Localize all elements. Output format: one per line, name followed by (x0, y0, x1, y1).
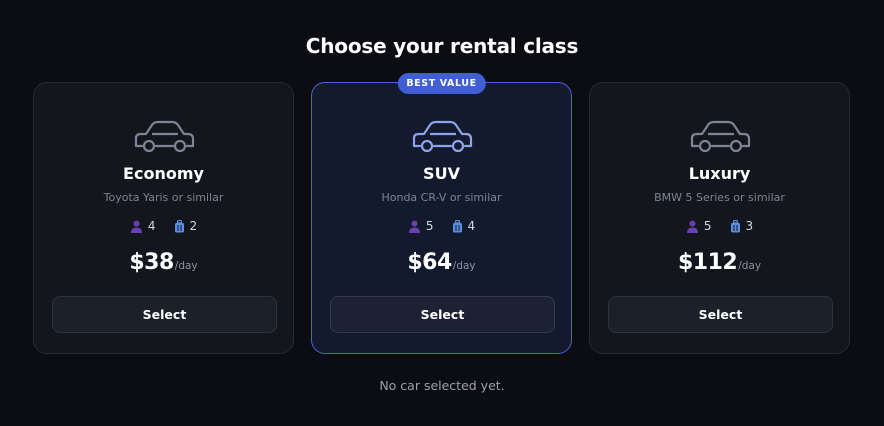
rental-card-luxury[interactable]: Luxury BMW 5 Series or similar 5 3 $112/ (589, 82, 850, 354)
class-name: SUV (423, 164, 460, 183)
bags-spec: 3 (730, 219, 754, 233)
seats-count: 5 (425, 219, 434, 233)
seats-count: 4 (147, 219, 156, 233)
luggage-icon (174, 219, 184, 232)
price-value: $64 (407, 250, 452, 275)
class-name: Economy (123, 164, 204, 183)
seats-spec: 5 (686, 219, 712, 233)
price-unit: /day (174, 260, 198, 272)
price-row: $64/day (312, 250, 571, 275)
seats-count: 5 (703, 219, 712, 233)
bags-count: 3 (745, 219, 754, 233)
bags-count: 4 (467, 219, 476, 233)
price-value: $112 (677, 250, 738, 275)
car-icon (690, 120, 750, 153)
page-title: Choose your rental class (305, 34, 579, 58)
class-name: Luxury (688, 164, 751, 183)
select-economy-button[interactable]: Select (52, 296, 277, 333)
class-model: Toyota Yaris or similar (103, 191, 224, 204)
rental-card-suv[interactable]: BEST VALUE SUV Honda CR-V or similar 5 4… (311, 73, 572, 354)
class-specs: 5 3 (590, 219, 849, 233)
price-row: $38/day (34, 250, 293, 275)
price-value: $38 (129, 250, 174, 275)
price-row: $112/day (590, 250, 849, 275)
select-luxury-button[interactable]: Select (608, 296, 833, 333)
bags-count: 2 (189, 219, 198, 233)
luggage-icon (452, 219, 462, 232)
class-model: Honda CR-V or similar (381, 191, 502, 204)
rental-card-economy[interactable]: Economy Toyota Yaris or similar 4 2 $38/ (33, 82, 294, 354)
select-suv-button[interactable]: Select (330, 296, 555, 333)
car-icon (412, 120, 472, 153)
price-unit: /day (452, 260, 476, 272)
bags-spec: 2 (174, 219, 198, 233)
selection-status: No car selected yet. (379, 378, 505, 393)
best-value-badge: BEST VALUE (397, 73, 486, 94)
price-unit: /day (738, 260, 762, 272)
person-icon (130, 220, 142, 233)
class-specs: 4 2 (34, 219, 293, 233)
person-icon (686, 220, 698, 233)
rental-class-page: Choose your rental class Economy Toyota … (0, 0, 884, 426)
class-model: BMW 5 Series or similar (654, 191, 785, 204)
bags-spec: 4 (452, 219, 476, 233)
seats-spec: 4 (130, 219, 156, 233)
seats-spec: 5 (408, 219, 434, 233)
car-icon (134, 120, 194, 153)
luggage-icon (730, 219, 740, 232)
class-specs: 5 4 (312, 219, 571, 233)
person-icon (408, 220, 420, 233)
